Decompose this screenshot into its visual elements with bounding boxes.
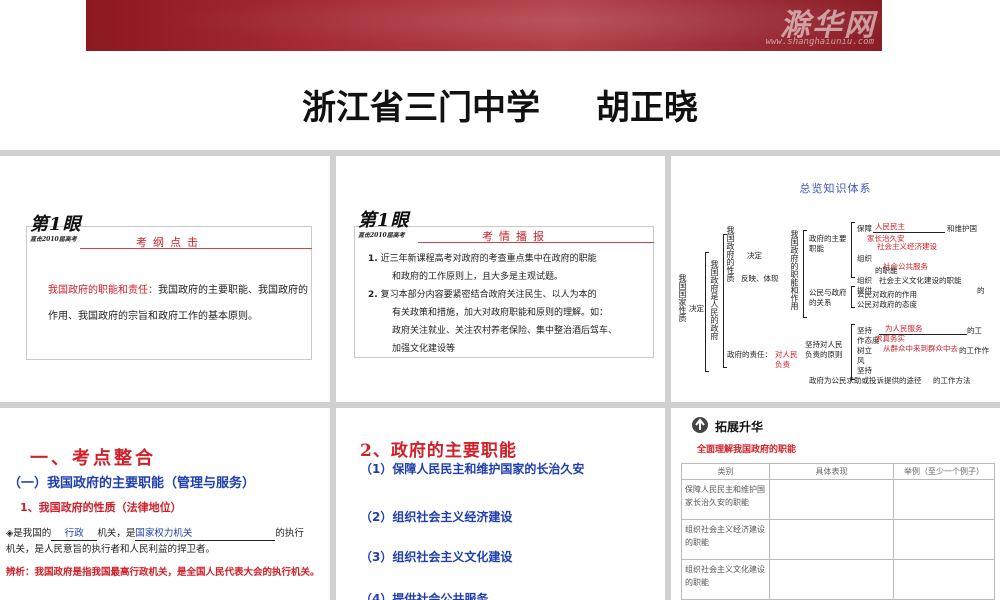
section-heading: 2、政府的主要职能 <box>360 441 517 461</box>
relation-text: 公民对政府的作用 <box>857 290 917 299</box>
node-government-nature: 我国政府的性质 <box>726 226 735 282</box>
node-people-government: 我国政府是人民的政府 <box>710 260 719 340</box>
fn-text: 组织 <box>857 276 872 285</box>
channel-text: 政府为公民求助或投诉提供的途径 <box>809 376 922 385</box>
subsection-heading: （一）我国政府的主要职能（管理与服务） <box>8 476 256 491</box>
node-main-functions: 政府的主要职能 <box>809 234 847 253</box>
arrow-label: 决定 <box>689 304 704 313</box>
principle-text: 的工 <box>967 326 982 335</box>
author-name: 胡正晓 <box>596 88 698 128</box>
slide-body-text: 1. 近三年新课程高考对政府的考查重点集中在政府的职能 和政府的工作原则上，且大… <box>368 250 658 358</box>
list-item: （4）提供社会公共服务 <box>360 592 489 600</box>
table-cell: 组织社会主义文化建设的职能 <box>681 559 770 600</box>
table-row: 组织社会主义经济建设的职能 <box>681 519 995 560</box>
principle-text: 的工作方法 <box>933 376 971 385</box>
slide-thumbnail-3[interactable]: 总览知识体系 我国国家性质 决定 我国政府是人民的政府 我国政府的性质 决定 反… <box>671 156 1000 402</box>
table-cell[interactable] <box>893 559 995 600</box>
relation-text: 的 <box>977 286 985 295</box>
school-name: 浙江省三门中学 <box>302 88 540 128</box>
table-cell[interactable] <box>893 519 995 560</box>
table-caption: 全面理解我国政府的职能 <box>697 445 797 455</box>
node-duty-label: 政府的责任： <box>727 350 772 359</box>
heading-rule <box>418 242 654 243</box>
principle-answer: 为人民服务 <box>885 324 923 333</box>
slide-thumbnail-1[interactable]: 第1眼 直击2010届高考 考纲点击 我国政府的职能和责任：我国政府的主要职能、… <box>0 156 330 402</box>
heading-rule <box>80 248 312 249</box>
column-header: 类别 <box>681 463 770 480</box>
list-item: 1. 近三年新课程高考对政府的考查重点集中在政府的职能 和政府的工作原则上，且大… <box>368 254 597 282</box>
principle-text: 风 <box>857 356 865 365</box>
fn-text: 保障 <box>857 224 872 233</box>
functions-table: 类别 具体表现 举例（至少一个例子） 保障人民民主和维护国家长治久安的职能 组织… <box>681 463 995 600</box>
slide-body-text: 我国政府的职能和责任：我国政府的主要职能、我国政府的作用、我国政府的宗旨和政府工… <box>48 278 310 330</box>
column-header: 举例（至少一个例子） <box>893 463 995 480</box>
table-cell: 组织社会主义经济建设的职能 <box>681 519 770 560</box>
node-national-nature: 我国国家性质 <box>678 274 687 322</box>
bracket <box>851 222 855 278</box>
table-cell: 保障人民民主和维护国家长治久安的职能 <box>681 479 770 520</box>
slide-thumbnail-5[interactable]: 2、政府的主要职能 （1）保障人民民主和维护国家的长治久安 （2）组织社会主义经… <box>336 408 665 600</box>
list-item: （1）保障人民民主和维护国家的长治久安 <box>360 462 585 476</box>
slide-thumbnail-2[interactable]: 第1眼 直击2010届高考 考情播报 1. 近三年新课程高考对政府的考查重点集中… <box>336 156 665 402</box>
banner-decoration <box>86 0 882 51</box>
arrow-label: 决定 <box>747 251 762 260</box>
table-row: 组织社会主义文化建设的职能 <box>681 559 995 600</box>
principle-answer: 求真务实 <box>875 334 905 343</box>
fn-answer: 人民民主 <box>875 222 905 231</box>
section-heading: 拓展升华 <box>715 420 764 434</box>
fill-blank: 国家权力机关 <box>135 528 276 541</box>
principle-text: 树立 <box>857 346 872 355</box>
fn-text: 的职能 <box>875 266 898 275</box>
principle-text: 坚持 <box>857 366 872 375</box>
watermark-url: www.shanghaiuniu.com <box>765 37 874 47</box>
fn-text: 和维护国 <box>947 224 977 233</box>
node-citizen-relation: 公民与政府的关系 <box>809 288 847 307</box>
table-cell[interactable] <box>769 519 894 560</box>
node-responsible-principle: 坚持对人民负责的原则 <box>805 340 843 359</box>
first-look-logo: 第1眼 直击2010届高考 <box>30 198 82 243</box>
column-header: 具体表现 <box>769 463 894 480</box>
list-item: 2. 复习本部分内容要紧密结合政府关注民生、以人为本的 有关政策和措施，加大对政… <box>368 290 618 354</box>
header-banner: 滁华网 www.shanghaiuniu.com <box>86 0 882 51</box>
principle-text: 坚持 <box>857 326 872 335</box>
principle-answer: 从群众中来到群众中去 <box>883 344 958 353</box>
node-function-role: 我国政府的职能和作用 <box>790 230 799 310</box>
fn-text: 组织 <box>857 254 872 263</box>
analysis-note: 辨析：我国政府是指我国最高行政机关，是全国人民代表大会的执行机关。 <box>6 567 320 578</box>
bracket <box>851 324 855 380</box>
table-row: 保障人民民主和维护国家长治久安的职能 <box>681 479 995 520</box>
slide-thumbnail-6[interactable]: 拓展升华 全面理解我国政府的职能 类别 具体表现 举例（至少一个例子） 保障人民… <box>671 408 1000 600</box>
section-heading: 一、考点整合 <box>30 448 156 469</box>
fill-in-paragraph: ◈是我国的 行政 机关，是国家权力机关 的执行 机关，是人民意旨的执行者和人民利益的捍… <box>6 528 304 555</box>
fn-answer: 社会主义经济建设 <box>877 242 937 251</box>
point-heading: 1、我国政府的性质（法律地位） <box>20 501 182 514</box>
expand-icon <box>692 417 708 433</box>
table-cell[interactable] <box>769 559 894 600</box>
first-look-logo: 第1眼 直击2010届高考 <box>358 194 410 239</box>
arrow-label: 反映、体现 <box>741 274 779 283</box>
answer-blank <box>873 232 945 233</box>
list-item: （2）组织社会主义经济建设 <box>360 510 513 524</box>
bracket <box>851 286 855 308</box>
fill-blank: 行政 <box>51 528 98 541</box>
slide-thumbnail-4[interactable]: 一、考点整合 （一）我国政府的主要职能（管理与服务） 1、我国政府的性质（法律地… <box>0 408 330 600</box>
list-item: （3）组织社会主义文化建设 <box>360 550 513 564</box>
table-header-row: 类别 具体表现 举例（至少一个例子） <box>681 463 995 480</box>
table-cell[interactable] <box>769 479 894 520</box>
duty-value: 对人民负责 <box>775 350 798 369</box>
relation-text: 公民对政府的态度 <box>857 300 917 309</box>
page-title: 浙江省三门中学 胡正晓 <box>0 80 1000 129</box>
table-cell[interactable] <box>893 479 995 520</box>
bracket <box>803 230 807 318</box>
lead-label: 我国政府的职能和责任： <box>48 285 158 296</box>
slide-title: 总览知识体系 <box>799 182 872 195</box>
fn-text: 社会主义文化建设的职能 <box>879 276 962 285</box>
principle-text: 的工作作 <box>959 346 989 355</box>
